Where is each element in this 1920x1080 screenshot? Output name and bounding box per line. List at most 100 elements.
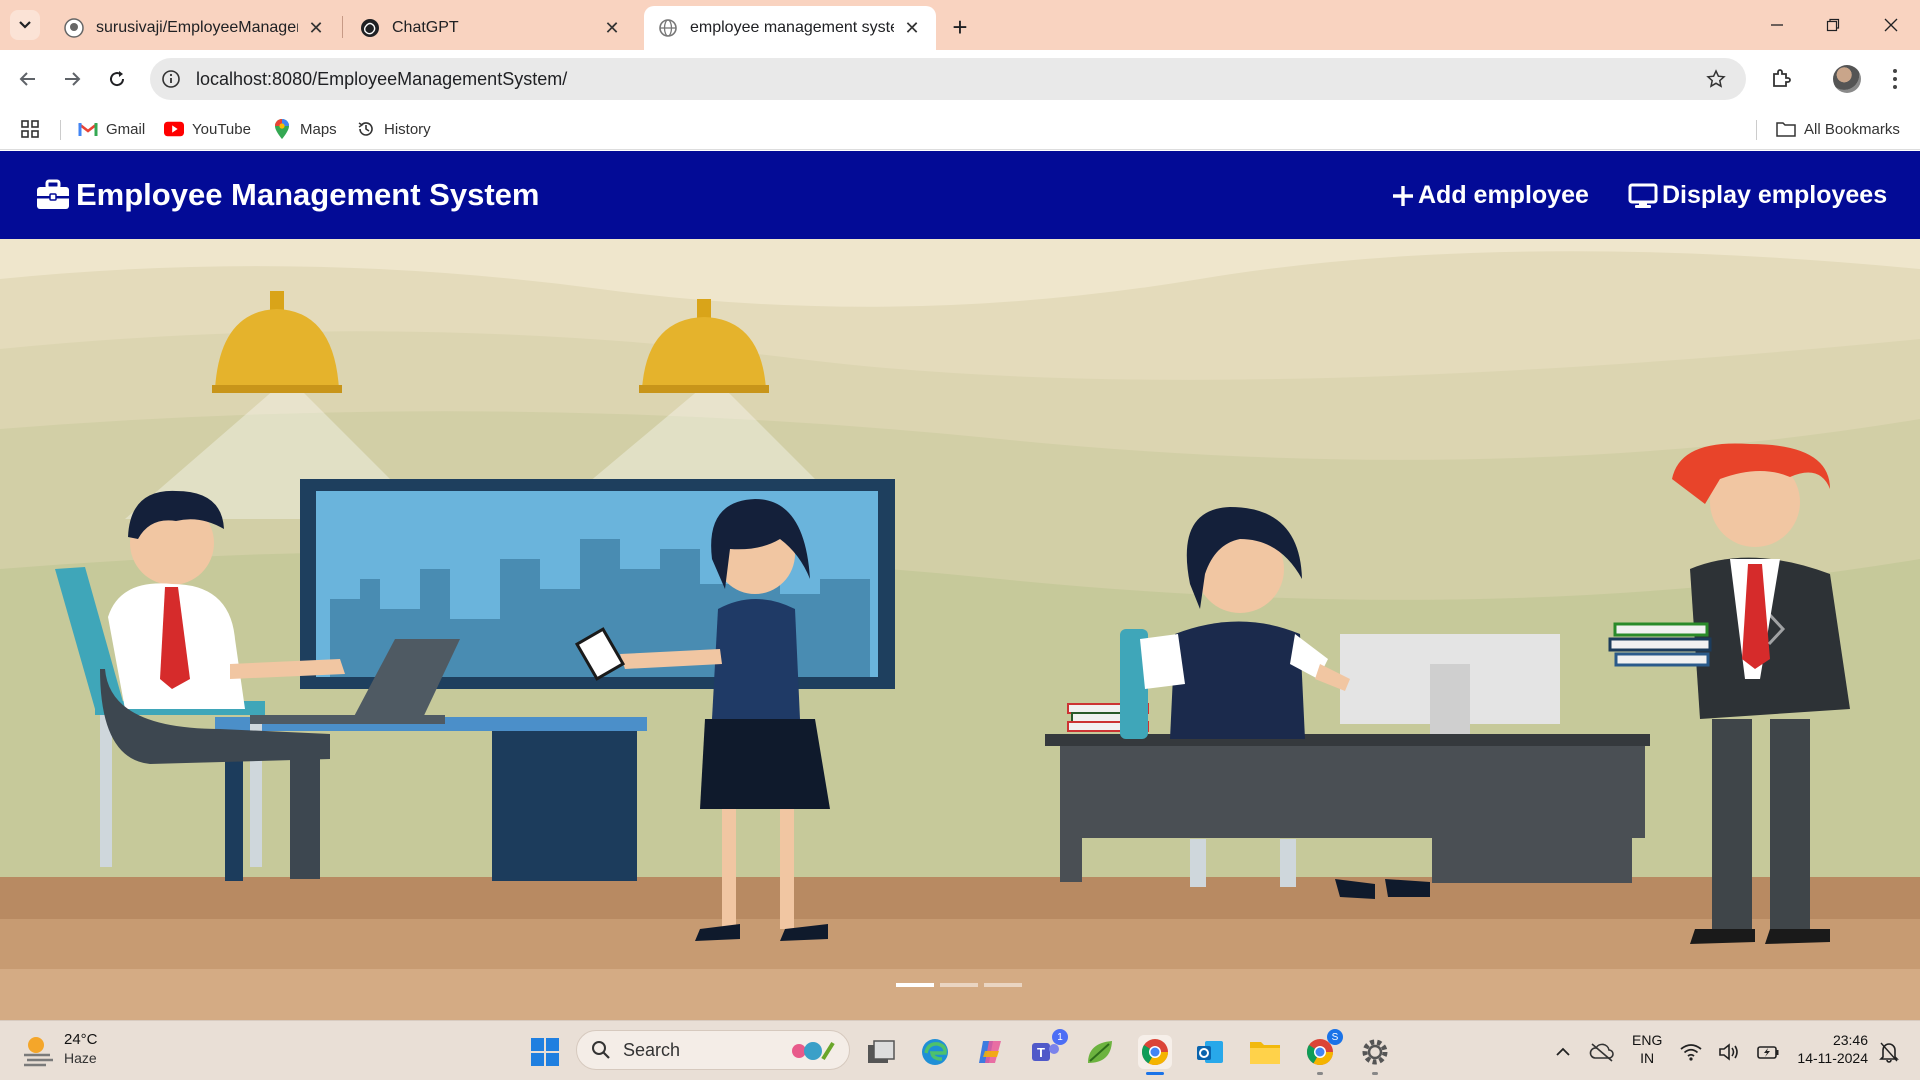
chrome-profile-app[interactable]: S: [1303, 1029, 1343, 1075]
restore-button[interactable]: [1818, 10, 1848, 40]
puzzle-icon: [1773, 69, 1791, 87]
reload-button[interactable]: [102, 64, 132, 94]
carousel-indicator[interactable]: [896, 983, 934, 987]
notifications-button[interactable]: [1872, 1035, 1906, 1069]
outlook-app[interactable]: [1193, 1035, 1227, 1069]
bookmark-history[interactable]: History: [356, 118, 431, 140]
tab-github[interactable]: surusivaji/EmployeeManageme ✕: [50, 6, 340, 50]
windows-taskbar: 24°C Haze Search T 1 S ENG IN 23:46 14-1…: [0, 1020, 1920, 1080]
close-window-button[interactable]: [1876, 10, 1906, 40]
edge-app[interactable]: [918, 1035, 952, 1069]
restore-icon: [1826, 18, 1840, 32]
teams-notification-badge: 1: [1052, 1029, 1068, 1045]
tab-search-button[interactable]: [10, 10, 40, 40]
task-view-button[interactable]: [864, 1035, 898, 1069]
chrome-app-active[interactable]: [1138, 1035, 1172, 1075]
weather-temperature: 24°C: [64, 1031, 98, 1048]
back-button[interactable]: [13, 64, 43, 94]
brand-link[interactable]: Employee Management System: [36, 177, 539, 213]
carousel-indicator[interactable]: [984, 983, 1022, 987]
bookmarks-bar: Gmail YouTube Maps History All Bookmarks: [0, 108, 1920, 150]
bookmark-gmail[interactable]: Gmail: [78, 118, 145, 140]
address-bar[interactable]: localhost:8080/EmployeeManagementSystem/: [150, 58, 1746, 100]
bookmark-youtube[interactable]: YouTube: [164, 118, 251, 140]
apps-button[interactable]: [20, 118, 40, 140]
browser-menu-button[interactable]: [1880, 64, 1910, 94]
carousel-prev-button[interactable]: [124, 599, 164, 659]
site-info-icon[interactable]: [160, 68, 182, 90]
display-employees-link[interactable]: Display employees: [1628, 181, 1887, 210]
profile-avatar[interactable]: [1833, 65, 1861, 93]
search-icon: [591, 1040, 611, 1060]
quick-settings-button[interactable]: [1680, 1035, 1780, 1069]
file-explorer-app[interactable]: [1248, 1035, 1282, 1069]
active-app-indicator: [1146, 1072, 1164, 1075]
chatgpt-icon: [360, 18, 380, 38]
tab-chatgpt[interactable]: ChatGPT ✕: [346, 6, 636, 50]
close-icon[interactable]: ✕: [306, 18, 326, 38]
add-employee-link[interactable]: Add employee: [1392, 181, 1589, 210]
briefcase-icon: [37, 179, 69, 209]
language-code: ENG: [1632, 1032, 1663, 1048]
open-app-indicator: [1317, 1072, 1323, 1075]
extensions-button[interactable]: [1766, 64, 1796, 94]
onedrive-status[interactable]: [1585, 1035, 1619, 1069]
leaf-icon: [1088, 1041, 1112, 1063]
clock-date: 14-11-2024: [1797, 1050, 1868, 1066]
bookmark-label: Gmail: [106, 120, 146, 138]
new-tab-button[interactable]: +: [945, 12, 975, 42]
forward-button[interactable]: [57, 64, 87, 94]
spring-tool-app[interactable]: [1083, 1035, 1117, 1069]
language-indicator[interactable]: ENG IN: [1632, 1031, 1662, 1067]
history-icon: [356, 119, 376, 139]
github-icon: [64, 18, 84, 38]
wifi-icon: [1680, 1044, 1702, 1061]
weather-widget[interactable]: 24°C Haze: [20, 1031, 98, 1067]
plus-icon: [1392, 185, 1414, 207]
minimize-button[interactable]: [1762, 10, 1792, 40]
search-highlight-icon: [792, 1041, 835, 1061]
tab-divider: [342, 16, 343, 38]
maps-icon: [272, 119, 292, 139]
url-text[interactable]: localhost:8080/EmployeeManagementSystem/: [196, 69, 567, 90]
chevron-left-icon: [134, 612, 153, 646]
bookmark-maps[interactable]: Maps: [272, 118, 337, 140]
copilot-app[interactable]: [973, 1035, 1007, 1069]
hero-carousel: [0, 239, 1920, 1020]
region-code: IN: [1640, 1050, 1655, 1066]
tab-title: ChatGPT: [392, 19, 459, 36]
minimize-icon: [1771, 24, 1783, 26]
show-hidden-icons-button[interactable]: [1546, 1035, 1580, 1069]
carousel-next-button[interactable]: [1756, 599, 1796, 659]
weather-description: Haze: [64, 1050, 97, 1066]
all-bookmarks-button[interactable]: All Bookmarks: [1776, 118, 1900, 140]
plus-icon: +: [952, 11, 968, 42]
haze-sun-icon: [24, 1037, 53, 1067]
folder-icon: [1250, 1042, 1280, 1064]
chevron-down-icon: [19, 21, 31, 29]
tab-title: surusivaji/EmployeeManageme: [96, 19, 298, 36]
bookmark-label: Maps: [300, 120, 337, 138]
close-icon[interactable]: ✕: [602, 18, 622, 38]
gmail-icon: [78, 119, 98, 139]
system-clock[interactable]: 23:46 14-11-2024: [1778, 1031, 1868, 1067]
teams-app[interactable]: T 1: [1028, 1029, 1068, 1069]
bookmarks-divider: [1756, 120, 1757, 140]
copilot-icon: [979, 1041, 1001, 1063]
carousel-indicator[interactable]: [940, 983, 978, 987]
bookmark-star-icon[interactable]: [1704, 67, 1728, 91]
bell-icon: [1879, 1042, 1899, 1063]
start-button[interactable]: [528, 1035, 562, 1069]
settings-app[interactable]: [1358, 1035, 1392, 1075]
bookmarks-divider: [60, 120, 61, 140]
arrow-left-icon: [19, 72, 35, 86]
folder-icon: [1776, 119, 1796, 139]
bookmark-label: History: [384, 120, 431, 138]
youtube-icon: [164, 119, 184, 139]
chevron-right-icon: [1767, 612, 1786, 646]
tab-employee-management[interactable]: employee management system ✕: [644, 6, 936, 50]
taskbar-search[interactable]: Search: [576, 1030, 850, 1070]
close-icon[interactable]: ✕: [902, 18, 922, 38]
tab-title: employee management system: [690, 19, 894, 36]
cloud-off-icon: [1589, 1043, 1614, 1062]
